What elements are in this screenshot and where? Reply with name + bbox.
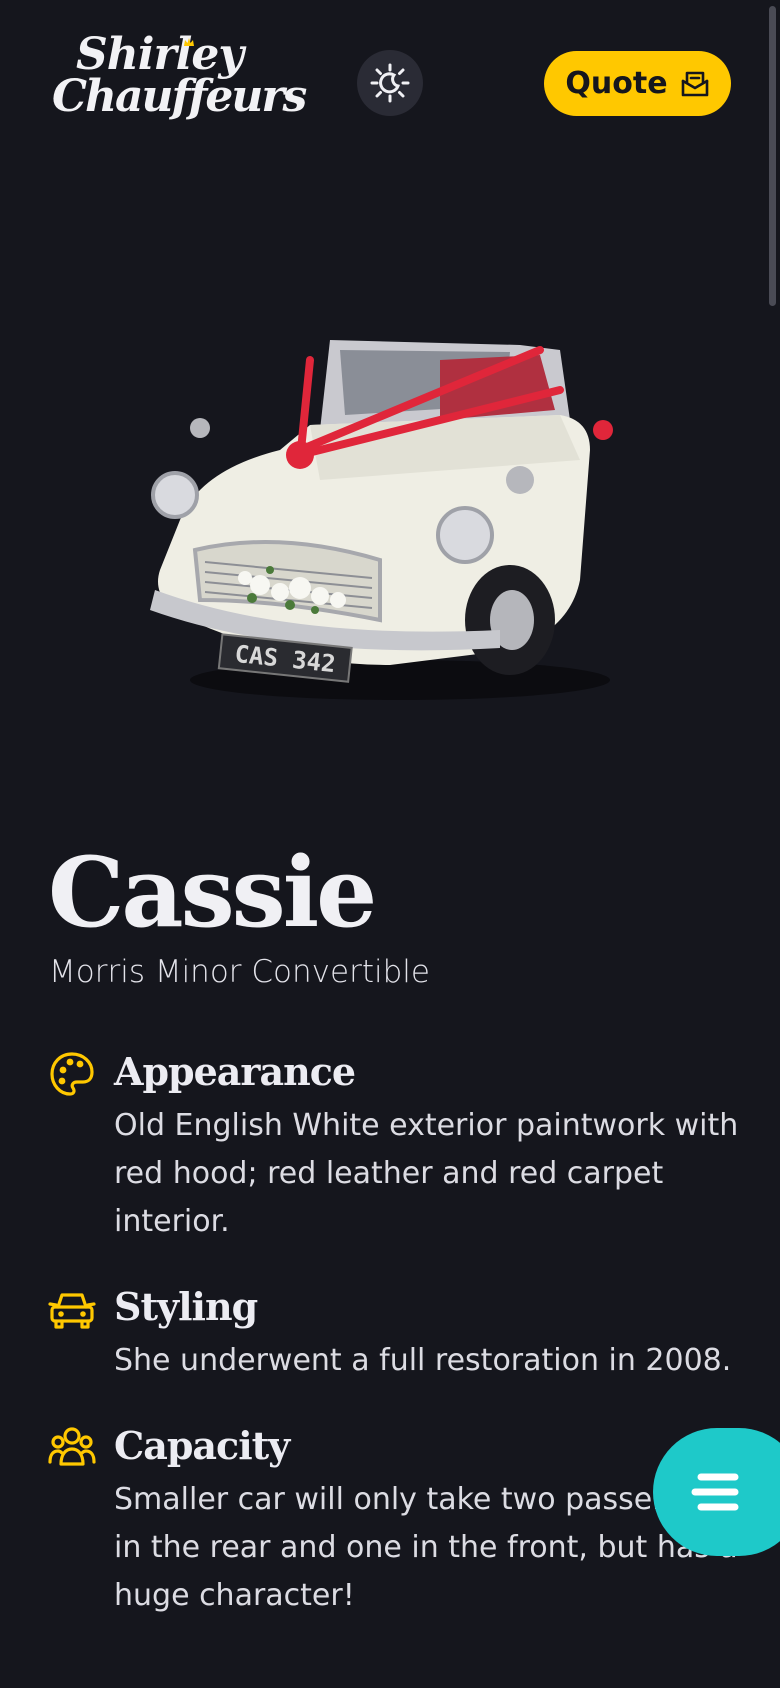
car-name: Cassie [48, 836, 377, 949]
feature-text: She underwent a full restoration in 2008… [114, 1343, 732, 1378]
quote-label: Quote [565, 66, 668, 101]
car-icon [48, 1293, 96, 1329]
quote-button[interactable]: Quote [544, 51, 731, 116]
scrollbar[interactable] [769, 6, 776, 306]
feature-heading: Capacity [114, 1423, 290, 1468]
feature-styling: Styling She underwent a full restoration… [48, 1279, 731, 1389]
palette-icon [50, 1052, 94, 1096]
feature-text: Old English White exterior paintwork wit… [114, 1108, 739, 1239]
page: Shirley Chauffeurs Quote CAS 342 Cassie … [0, 0, 780, 1688]
logo[interactable]: Shirley Chauffeurs [52, 29, 307, 130]
menu-button[interactable] [653, 1428, 780, 1556]
envelope-icon [681, 71, 708, 96]
car-model: Morris Minor Convertible [49, 954, 430, 990]
people-icon [48, 1427, 96, 1466]
hamburger-icon [691, 1473, 739, 1511]
logo-line-1: Shirley [76, 29, 244, 80]
logo-line-2: Chauffeurs [52, 71, 307, 122]
crown-icon [184, 38, 194, 46]
theme-toggle-button[interactable] [357, 50, 423, 116]
sun-moon-icon [370, 63, 410, 103]
feature-appearance: Appearance Old English White exterior pa… [48, 1044, 738, 1244]
car-image: CAS 342 [140, 330, 640, 720]
feature-capacity: Capacity Smaller car will only take two … [48, 1418, 738, 1618]
feature-heading: Styling [114, 1284, 258, 1329]
feature-heading: Appearance [114, 1049, 356, 1094]
site-header: Shirley Chauffeurs Quote [0, 0, 780, 160]
